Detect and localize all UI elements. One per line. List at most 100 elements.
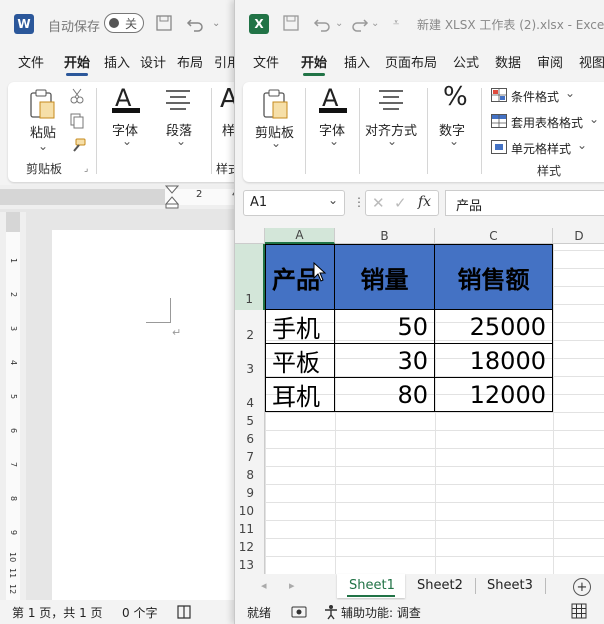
dialog-launcher-icon[interactable]: ⌟ <box>84 164 88 174</box>
row-header[interactable]: 4 <box>235 378 265 412</box>
cancel-icon[interactable]: ✕ <box>372 194 385 212</box>
row-header[interactable]: 8 <box>235 466 265 484</box>
save-icon[interactable] <box>283 15 299 31</box>
font-icon[interactable]: A <box>317 84 349 114</box>
cell-a4[interactable]: 耳机 <box>265 378 335 412</box>
word-word-count[interactable]: 0 个字 <box>122 604 157 621</box>
word-paragraph-dropdown-icon[interactable]: ⌄ <box>176 134 186 148</box>
row-header[interactable]: 10 <box>235 502 265 520</box>
row-header[interactable]: 2 <box>235 310 265 344</box>
word-paste-dropdown-icon[interactable]: ⌄ <box>38 139 48 153</box>
paragraph-icon[interactable] <box>164 88 192 112</box>
cell-style-icon[interactable] <box>491 140 507 154</box>
undo-icon[interactable] <box>186 14 206 32</box>
font-icon[interactable]: A <box>110 84 142 114</box>
select-all-corner[interactable] <box>235 228 265 244</box>
more-options-icon[interactable]: ⋮ <box>353 195 365 209</box>
indent-marker-icon[interactable] <box>165 185 179 209</box>
cell-c2[interactable]: 25000 <box>435 310 553 344</box>
conditional-format-icon[interactable] <box>491 88 507 102</box>
cell-b2[interactable]: 50 <box>335 310 435 344</box>
excel-font-dropdown-icon[interactable]: ⌄ <box>329 134 339 148</box>
scroll-left-icon[interactable]: ◂ <box>261 579 267 592</box>
enter-icon[interactable]: ✓ <box>394 194 407 212</box>
word-page-count[interactable]: 第 1 页，共 1 页 <box>12 604 103 621</box>
cell-a3[interactable]: 平板 <box>265 344 335 378</box>
insert-function-icon[interactable]: fx <box>418 194 431 210</box>
word-tab-design[interactable]: 设计 <box>140 50 166 78</box>
name-box[interactable]: A1 ⌄ <box>243 190 345 216</box>
cell-c1[interactable]: 销售额 <box>435 244 553 310</box>
row-header[interactable]: 5 <box>235 412 265 430</box>
conditional-format-button[interactable]: 条件格式 <box>511 88 559 105</box>
word-tab-insert[interactable]: 插入 <box>104 50 130 78</box>
row-header[interactable]: 13 <box>235 556 265 574</box>
formula-input[interactable]: 产品 <box>445 190 604 216</box>
cell-b1[interactable]: 销量 <box>335 244 435 310</box>
paste-icon[interactable] <box>28 88 56 120</box>
cell-style-dropdown-icon[interactable]: ⌄ <box>577 138 587 152</box>
excel-tab-insert[interactable]: 插入 <box>344 50 370 78</box>
normal-view-icon[interactable] <box>571 603 587 619</box>
redo-dropdown-icon[interactable]: ⌄ <box>371 18 379 29</box>
table-format-button[interactable]: 套用表格格式 <box>511 114 583 131</box>
excel-tab-data[interactable]: 数据 <box>495 50 521 78</box>
sheet-tab-sheet1[interactable]: Sheet1 <box>337 574 405 598</box>
excel-tab-review[interactable]: 审阅 <box>537 50 563 78</box>
column-header-b[interactable]: B <box>335 228 435 244</box>
word-tab-layout[interactable]: 布局 <box>177 50 203 78</box>
column-header-d[interactable]: D <box>553 228 604 244</box>
cell-b3[interactable]: 30 <box>335 344 435 378</box>
undo-icon[interactable] <box>313 14 333 32</box>
row-header[interactable]: 3 <box>235 344 265 378</box>
copy-icon[interactable] <box>70 113 84 129</box>
format-painter-icon[interactable] <box>70 138 86 154</box>
cell-c3[interactable]: 18000 <box>435 344 553 378</box>
customize-qat-icon[interactable]: ⩡ <box>393 16 399 30</box>
word-page[interactable]: ↵ <box>52 230 252 602</box>
alignment-icon[interactable] <box>377 88 405 112</box>
scroll-right-icon[interactable]: ▸ <box>289 579 295 592</box>
row-header[interactable]: 1 <box>235 244 265 310</box>
table-format-icon[interactable] <box>491 114 507 128</box>
undo-dropdown-icon[interactable]: ⌄ <box>335 18 343 29</box>
word-font-dropdown-icon[interactable]: ⌄ <box>122 134 132 148</box>
paste-icon[interactable] <box>261 88 289 120</box>
excel-alignment-dropdown-icon[interactable]: ⌄ <box>387 134 397 148</box>
add-sheet-icon[interactable]: + <box>573 578 591 596</box>
column-header-c[interactable]: C <box>435 228 553 244</box>
name-box-dropdown-icon[interactable]: ⌄ <box>328 193 338 207</box>
sheet-tab-sheet2[interactable]: Sheet2 <box>417 578 463 593</box>
cell-a2[interactable]: 手机 <box>265 310 335 344</box>
row-header[interactable]: 6 <box>235 430 265 448</box>
table-format-dropdown-icon[interactable]: ⌄ <box>589 112 599 126</box>
excel-tab-home[interactable]: 开始 <box>301 50 327 78</box>
accessibility-status[interactable]: 辅助功能: 调查 <box>341 604 421 621</box>
macro-record-icon[interactable] <box>291 604 307 620</box>
proofing-icon[interactable] <box>176 604 192 620</box>
autosave-toggle[interactable]: 关 <box>104 13 144 33</box>
row-header[interactable]: 9 <box>235 484 265 502</box>
sheet-tab-sheet3[interactable]: Sheet3 <box>487 578 533 593</box>
word-tab-home[interactable]: 开始 <box>64 50 90 78</box>
cut-icon[interactable] <box>70 88 84 104</box>
excel-tab-formulas[interactable]: 公式 <box>453 50 479 78</box>
accessibility-icon[interactable] <box>323 604 339 620</box>
number-format-icon[interactable]: % <box>443 82 468 112</box>
excel-tab-page-layout[interactable]: 页面布局 <box>385 50 437 78</box>
row-header[interactable]: 7 <box>235 448 265 466</box>
excel-tab-view[interactable]: 视图 <box>579 50 604 78</box>
undo-dropdown-icon[interactable]: ⌄ <box>212 18 220 29</box>
excel-clipboard-dropdown-icon[interactable]: ⌄ <box>271 136 281 150</box>
cell-c4[interactable]: 12000 <box>435 378 553 412</box>
excel-tab-file[interactable]: 文件 <box>253 50 279 78</box>
redo-icon[interactable] <box>349 14 369 32</box>
save-icon[interactable] <box>156 15 172 31</box>
column-header-a[interactable]: A <box>265 228 335 244</box>
cell-b4[interactable]: 80 <box>335 378 435 412</box>
row-header[interactable]: 12 <box>235 538 265 556</box>
cell-style-button[interactable]: 单元格样式 <box>511 140 571 157</box>
conditional-format-dropdown-icon[interactable]: ⌄ <box>565 86 575 100</box>
row-header[interactable]: 11 <box>235 520 265 538</box>
excel-number-dropdown-icon[interactable]: ⌄ <box>449 134 459 148</box>
